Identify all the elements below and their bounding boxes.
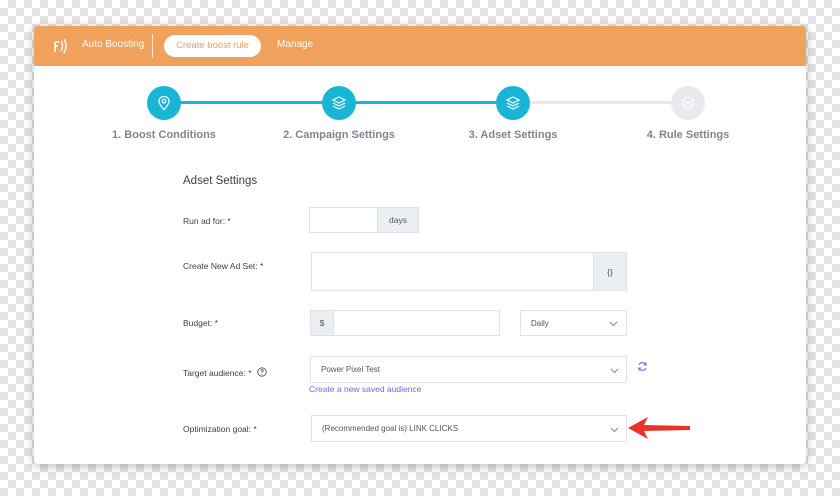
budget-label: Budget: *	[183, 318, 218, 328]
step-2-label: 2. Campaign Settings	[283, 129, 395, 141]
red-arrow-icon	[628, 417, 690, 439]
map-pin-icon	[158, 95, 170, 111]
step-1-circle[interactable]	[147, 86, 181, 120]
optimization-goal-label: Optimization goal: *	[183, 424, 257, 434]
optimization-goal-value: (Recommended goal is) LINK CLICKS	[322, 424, 459, 433]
layers-icon	[331, 96, 347, 110]
stepper: 1. Boost Conditions 2. Campaign Settings…	[34, 82, 806, 152]
boost-logo-icon	[54, 38, 67, 54]
run-ad-label: Run ad for: *	[183, 216, 231, 226]
chevron-down-icon	[610, 368, 619, 374]
new-ad-set-label: Create New Ad Set: *	[183, 261, 264, 271]
step-connector-2	[339, 101, 513, 104]
variables-button[interactable]: {}	[593, 252, 627, 291]
top-bar: Auto Boosting Create boost rule Manage	[34, 26, 806, 66]
manage-tab[interactable]: Manage	[277, 39, 313, 50]
new-ad-set-input[interactable]	[311, 252, 594, 291]
step-4-label: 4. Rule Settings	[646, 129, 730, 141]
question-circle-icon[interactable]	[257, 367, 267, 377]
chevron-down-icon	[610, 427, 619, 433]
step-connector-3	[513, 101, 688, 104]
target-audience-select[interactable]: Power Pixel Test	[310, 356, 627, 383]
budget-period-select[interactable]: Daily	[520, 310, 627, 336]
create-saved-audience-link[interactable]: Create a new saved audience	[309, 384, 421, 394]
topbar-divider	[152, 34, 153, 58]
chevron-down-icon	[609, 321, 618, 327]
target-audience-label-text: Target audience: *	[183, 368, 252, 378]
layers-icon	[680, 96, 696, 110]
run-ad-input[interactable]	[309, 207, 378, 233]
step-3-circle[interactable]	[496, 86, 530, 120]
section-title: Adset Settings	[183, 175, 258, 187]
refresh-icon[interactable]	[637, 361, 648, 372]
step-1-label: 1. Boost Conditions	[112, 129, 216, 141]
days-unit-addon: days	[377, 207, 419, 233]
step-connector-1	[164, 101, 339, 104]
brand-name: Auto Boosting	[82, 39, 145, 50]
currency-addon: $	[310, 310, 334, 336]
app-window: Auto Boosting Create boost rule Manage 1…	[34, 26, 806, 464]
step-2-circle[interactable]	[322, 86, 356, 120]
layers-icon	[505, 96, 521, 110]
step-4-circle[interactable]	[671, 86, 705, 120]
target-audience-label: Target audience: *	[183, 367, 267, 378]
budget-period-value: Daily	[531, 319, 549, 328]
create-boost-rule-tab[interactable]: Create boost rule	[164, 35, 261, 57]
budget-input[interactable]	[333, 310, 500, 336]
optimization-goal-select[interactable]: (Recommended goal is) LINK CLICKS	[311, 415, 627, 442]
step-3-label: 3. Adset Settings	[468, 129, 558, 141]
target-audience-value: Power Pixel Test	[321, 365, 380, 374]
